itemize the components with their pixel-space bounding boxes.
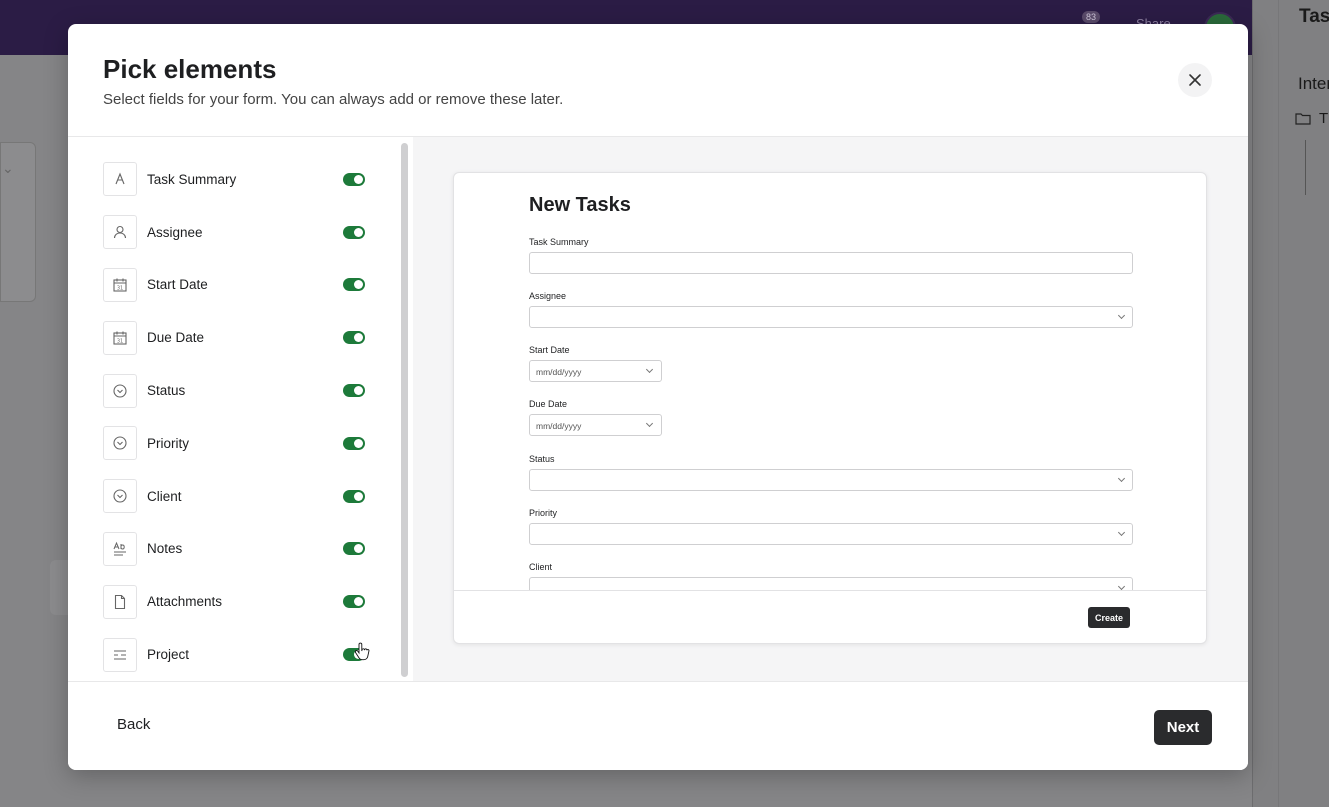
project-list-icon	[103, 637, 137, 672]
field-label: Client	[147, 488, 182, 504]
field-label: Status	[529, 454, 555, 464]
preview-field-start-date: Start Date mm/dd/yyyy	[529, 345, 662, 382]
file-icon	[103, 584, 137, 619]
folder-icon	[1295, 113, 1311, 125]
chevron-down-icon: ⌄	[2, 160, 14, 176]
notification-badge: 83	[1082, 11, 1101, 23]
field-label: Project	[147, 647, 190, 663]
dropdown-circle-icon	[103, 426, 137, 461]
back-button[interactable]: Back	[117, 716, 150, 733]
start-date-input[interactable]: mm/dd/yyyy	[529, 360, 662, 382]
side-panel-row: T	[1295, 110, 1328, 127]
field-row-start-date: 31 Start Date	[103, 259, 368, 312]
right-side-panel: Task Inter T	[1252, 0, 1329, 807]
calendar-icon: 31	[103, 320, 137, 355]
status-select[interactable]	[529, 469, 1133, 491]
field-row-notes: Notes	[103, 523, 368, 576]
client-select[interactable]	[529, 577, 1133, 590]
field-row-project: Project	[103, 628, 368, 681]
next-button[interactable]: Next	[1154, 710, 1212, 745]
form-preview-panel: New Tasks Task Summary Assignee Start Da…	[413, 137, 1248, 681]
client-toggle[interactable]	[343, 489, 365, 503]
task-summary-toggle[interactable]	[343, 172, 365, 186]
field-label: Assignee	[147, 224, 203, 240]
field-label: Client	[529, 562, 553, 572]
side-panel-subtitle: Inter	[1298, 74, 1329, 93]
create-button[interactable]: Create	[1088, 607, 1131, 628]
field-label: Assignee	[529, 291, 567, 301]
attachments-toggle[interactable]	[343, 595, 365, 609]
hand-cursor-icon	[354, 642, 370, 661]
form-title: New Tasks	[529, 194, 631, 216]
pick-elements-modal: Pick elements Select fields for your for…	[68, 24, 1248, 770]
field-row-assignee: Assignee	[103, 206, 368, 259]
svg-text:31: 31	[117, 338, 123, 344]
field-label: Status	[147, 383, 186, 399]
form-preview: New Tasks Task Summary Assignee Start Da…	[453, 172, 1207, 644]
modal-header: Pick elements Select fields for your for…	[68, 24, 1248, 137]
field-list-scrollbar[interactable]	[401, 143, 408, 677]
background-card	[50, 560, 70, 615]
side-panel-row-label: T	[1319, 110, 1329, 127]
field-row-status: Status	[103, 364, 368, 417]
field-label: Due Date	[529, 399, 568, 409]
field-label: Priority	[529, 508, 558, 518]
close-icon	[1189, 74, 1201, 86]
assignee-toggle[interactable]	[343, 225, 365, 239]
due-date-toggle[interactable]	[343, 331, 365, 345]
field-label: Attachments	[147, 594, 223, 610]
due-date-input[interactable]: mm/dd/yyyy	[529, 414, 662, 436]
field-label: Task Summary	[147, 171, 237, 187]
modal-subtitle: Select fields for your form. You can alw…	[103, 91, 564, 108]
text-icon	[103, 162, 137, 197]
modal-title: Pick elements	[103, 54, 277, 84]
person-icon	[103, 215, 137, 250]
assignee-select[interactable]	[529, 306, 1133, 328]
field-list: Task Summary Assignee 31 Start Date 31 D…	[103, 153, 368, 681]
preview-field-priority: Priority	[529, 508, 1133, 545]
preview-field-status: Status	[529, 454, 1133, 491]
preview-field-due-date: Due Date mm/dd/yyyy	[529, 399, 662, 436]
field-row-due-date: 31 Due Date	[103, 311, 368, 364]
field-row-attachments: Attachments	[103, 575, 368, 628]
field-picker-panel: Task Summary Assignee 31 Start Date 31 D…	[68, 137, 413, 681]
dropdown-circle-icon	[103, 373, 137, 408]
field-label: Due Date	[147, 330, 205, 346]
status-toggle[interactable]	[343, 384, 365, 398]
calendar-icon: 31	[103, 267, 137, 302]
form-preview-body[interactable]: New Tasks Task Summary Assignee Start Da…	[454, 173, 1206, 591]
notes-toggle[interactable]	[343, 542, 365, 556]
svg-text:31: 31	[117, 285, 123, 291]
field-label: Start Date	[529, 345, 570, 355]
field-row-priority: Priority	[103, 417, 368, 470]
close-button[interactable]	[1178, 63, 1212, 97]
preview-field-assignee: Assignee	[529, 291, 1133, 328]
dropdown-circle-icon	[103, 479, 137, 514]
field-row-task-summary: Task Summary	[103, 153, 368, 206]
modal-footer: Back Next	[68, 681, 1248, 770]
priority-toggle[interactable]	[343, 436, 365, 450]
field-label: Task Summary	[529, 237, 589, 247]
preview-field-task-summary: Task Summary	[529, 237, 1133, 274]
field-label: Priority	[147, 435, 190, 451]
side-panel-title: Task	[1299, 6, 1329, 27]
field-label: Notes	[147, 541, 183, 557]
preview-field-client: Client	[529, 562, 1133, 590]
field-label: Start Date	[147, 277, 208, 293]
rich-text-icon	[103, 531, 137, 566]
task-summary-input[interactable]	[529, 252, 1133, 274]
field-row-client: Client	[103, 470, 368, 523]
priority-select[interactable]	[529, 523, 1133, 545]
start-date-toggle[interactable]	[343, 278, 365, 292]
